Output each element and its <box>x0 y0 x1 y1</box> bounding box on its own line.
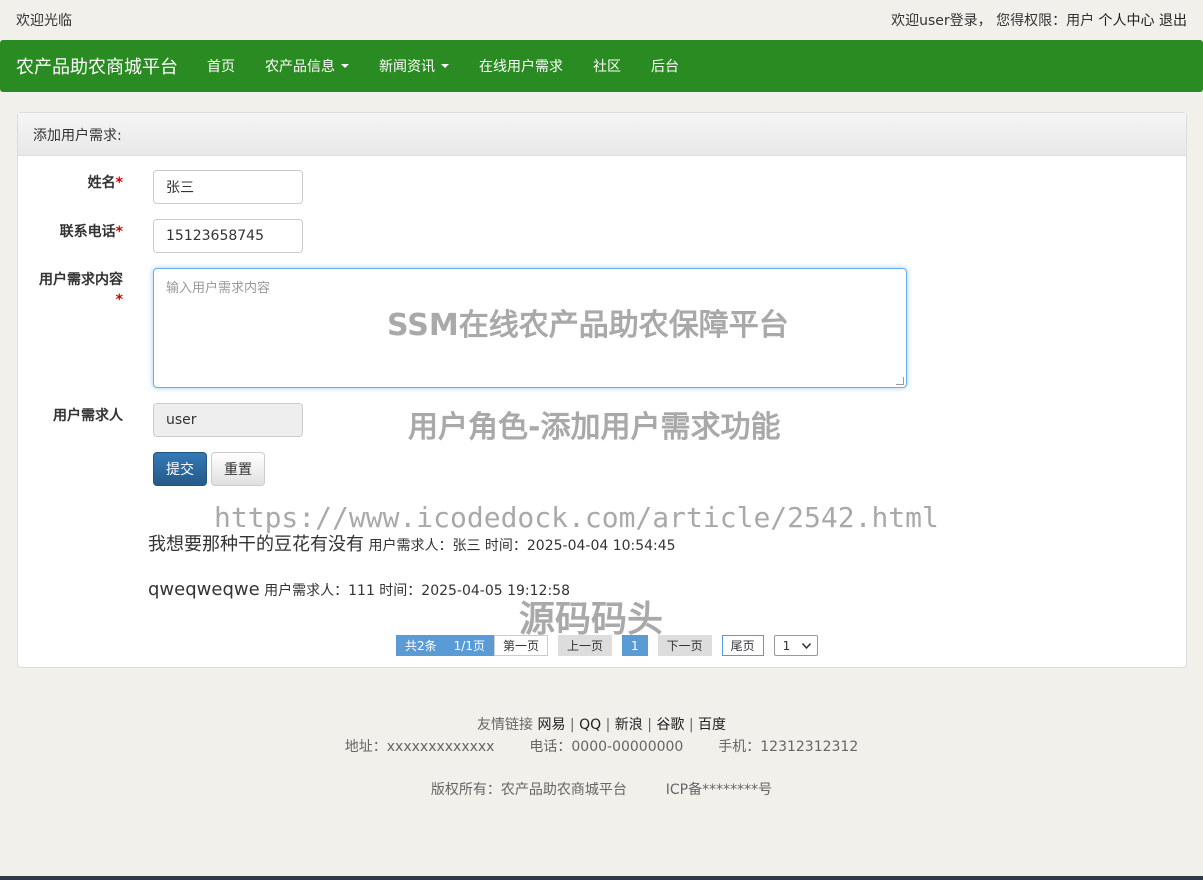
welcome-text: 欢迎光临 <box>16 13 72 29</box>
page-select[interactable]: 1 <box>773 635 818 656</box>
requester-input: user <box>153 403 303 437</box>
link-separator: | <box>647 717 652 733</box>
nav-label: 首页 <box>207 59 235 75</box>
required-mark: * <box>115 224 123 240</box>
name-label-text: 姓名 <box>87 175 116 191</box>
footer-link-google[interactable]: 谷歌 <box>656 717 684 733</box>
link-separator: | <box>688 717 694 733</box>
footer-link-qq[interactable]: QQ <box>579 717 601 733</box>
list-item: qweqweqwe 用户需求人：111 时间：2025-04-05 19:12:… <box>148 579 570 600</box>
request-content[interactable]: 我想要那种干的豆花有没有 <box>148 534 364 555</box>
requester-label-text: 用户需求人 <box>53 408 123 424</box>
nav-item-news[interactable]: 新闻资讯 <box>364 40 464 92</box>
pager-first-button[interactable]: 第一页 <box>493 635 548 656</box>
nav-label: 在线用户需求 <box>479 59 563 75</box>
pager-page-1[interactable]: 1 <box>622 635 648 656</box>
pager-last-button[interactable]: 尾页 <box>721 635 764 656</box>
links-label: 友情链接 <box>477 717 533 733</box>
footer-address: 地址：xxxxxxxxxxxxx <box>344 739 495 755</box>
footer-link-netease[interactable]: 网易 <box>537 717 565 733</box>
caret-down-icon <box>341 64 349 68</box>
required-mark: * <box>115 175 123 191</box>
chevron-down-icon <box>801 642 811 649</box>
footer-contact: 地址：xxxxxxxxxxxxx 电话：0000-00000000 手机：123… <box>0 736 1203 756</box>
panel-heading: 添加用户需求: <box>18 113 1186 156</box>
top-bar: 欢迎光临 欢迎user登录， 您得权限：用户 个人中心 退出 <box>0 0 1203 40</box>
footer-phone: 电话：0000-00000000 <box>529 739 684 755</box>
phone-input[interactable]: 15123658745 <box>153 219 303 253</box>
link-separator: | <box>569 717 575 733</box>
icp-text: ICP备********号 <box>665 782 773 798</box>
footer-copyright: 版权所有：农产品助农商城平台 ICP备********号 <box>0 779 1203 799</box>
submit-button[interactable]: 提交 <box>153 452 207 486</box>
content-label: 用户需求内容 * <box>18 270 123 310</box>
footer-link-baidu[interactable]: 百度 <box>698 717 726 733</box>
requester-input-value: user <box>166 412 197 428</box>
phone-label: 联系电话* <box>18 221 123 241</box>
content-placeholder: 输入用户需求内容 <box>166 281 271 296</box>
pager-next-button[interactable]: 下一页 <box>657 635 712 656</box>
content-label-text: 用户需求内容 <box>39 272 123 288</box>
nav-item-home[interactable]: 首页 <box>192 40 250 92</box>
phone-input-value: 15123658745 <box>166 228 264 244</box>
profile-link[interactable]: 个人中心 <box>1099 13 1155 29</box>
user-info: 欢迎user登录， 您得权限：用户 个人中心 退出 <box>887 10 1187 30</box>
page-select-value: 1 <box>782 638 791 653</box>
taskbar-strip <box>0 876 1203 880</box>
footer-links: 友情链接 网易 | QQ | 新浪 | 谷歌 | 百度 <box>0 714 1203 734</box>
name-label: 姓名* <box>18 172 123 192</box>
pager-pages: 1/1页 <box>445 635 494 656</box>
caret-down-icon <box>441 64 449 68</box>
main-navbar: 农产品助农商城平台 首页 农产品信息 新闻资讯 在线用户需求 社区 后台 <box>0 40 1203 92</box>
resize-grip-icon[interactable] <box>896 377 904 385</box>
requester-label: 用户需求人 <box>18 405 123 425</box>
list-item: 我想要那种干的豆花有没有 用户需求人：张三 时间：2025-04-04 10:5… <box>148 530 676 556</box>
copyright-text: 版权所有：农产品助农商城平台 <box>430 782 627 798</box>
nav-label: 新闻资讯 <box>379 59 435 75</box>
logout-link[interactable]: 退出 <box>1159 13 1187 29</box>
nav-item-admin[interactable]: 后台 <box>636 40 694 92</box>
add-request-panel: 添加用户需求: 姓名* 张三 联系电话* 15123658745 用户需求内容 *… <box>17 112 1187 668</box>
footer-mobile: 手机：12312312312 <box>718 739 859 755</box>
pager-prev-button[interactable]: 上一页 <box>557 635 612 656</box>
request-meta: 用户需求人：张三 时间：2025-04-04 10:54:45 <box>368 538 676 554</box>
brand-title[interactable]: 农产品助农商城平台 <box>16 53 178 79</box>
nav-item-products[interactable]: 农产品信息 <box>250 40 364 92</box>
content-textarea[interactable]: 输入用户需求内容 <box>153 268 907 388</box>
nav-item-community[interactable]: 社区 <box>578 40 636 92</box>
nav-item-user-requests[interactable]: 在线用户需求 <box>464 40 578 92</box>
footer-link-sina[interactable]: 新浪 <box>615 717 643 733</box>
nav-label: 后台 <box>651 59 679 75</box>
pager-total: 共2条 <box>396 635 446 656</box>
request-meta: 用户需求人：111 时间：2025-04-05 19:12:58 <box>264 583 570 599</box>
phone-label-text: 联系电话 <box>59 224 116 240</box>
pagination: 共2条 1/1页 第一页 上一页 1 下一页 尾页 1 <box>396 635 818 656</box>
login-info: 欢迎user登录， 您得权限：用户 <box>891 13 1095 29</box>
required-mark: * <box>115 292 123 308</box>
nav-label: 社区 <box>593 59 621 75</box>
link-separator: | <box>605 717 611 733</box>
name-input[interactable]: 张三 <box>153 170 303 204</box>
nav-label: 农产品信息 <box>265 59 335 75</box>
reset-button[interactable]: 重置 <box>211 452 265 486</box>
request-content[interactable]: qweqweqwe <box>148 579 260 600</box>
name-input-value: 张三 <box>166 180 194 196</box>
